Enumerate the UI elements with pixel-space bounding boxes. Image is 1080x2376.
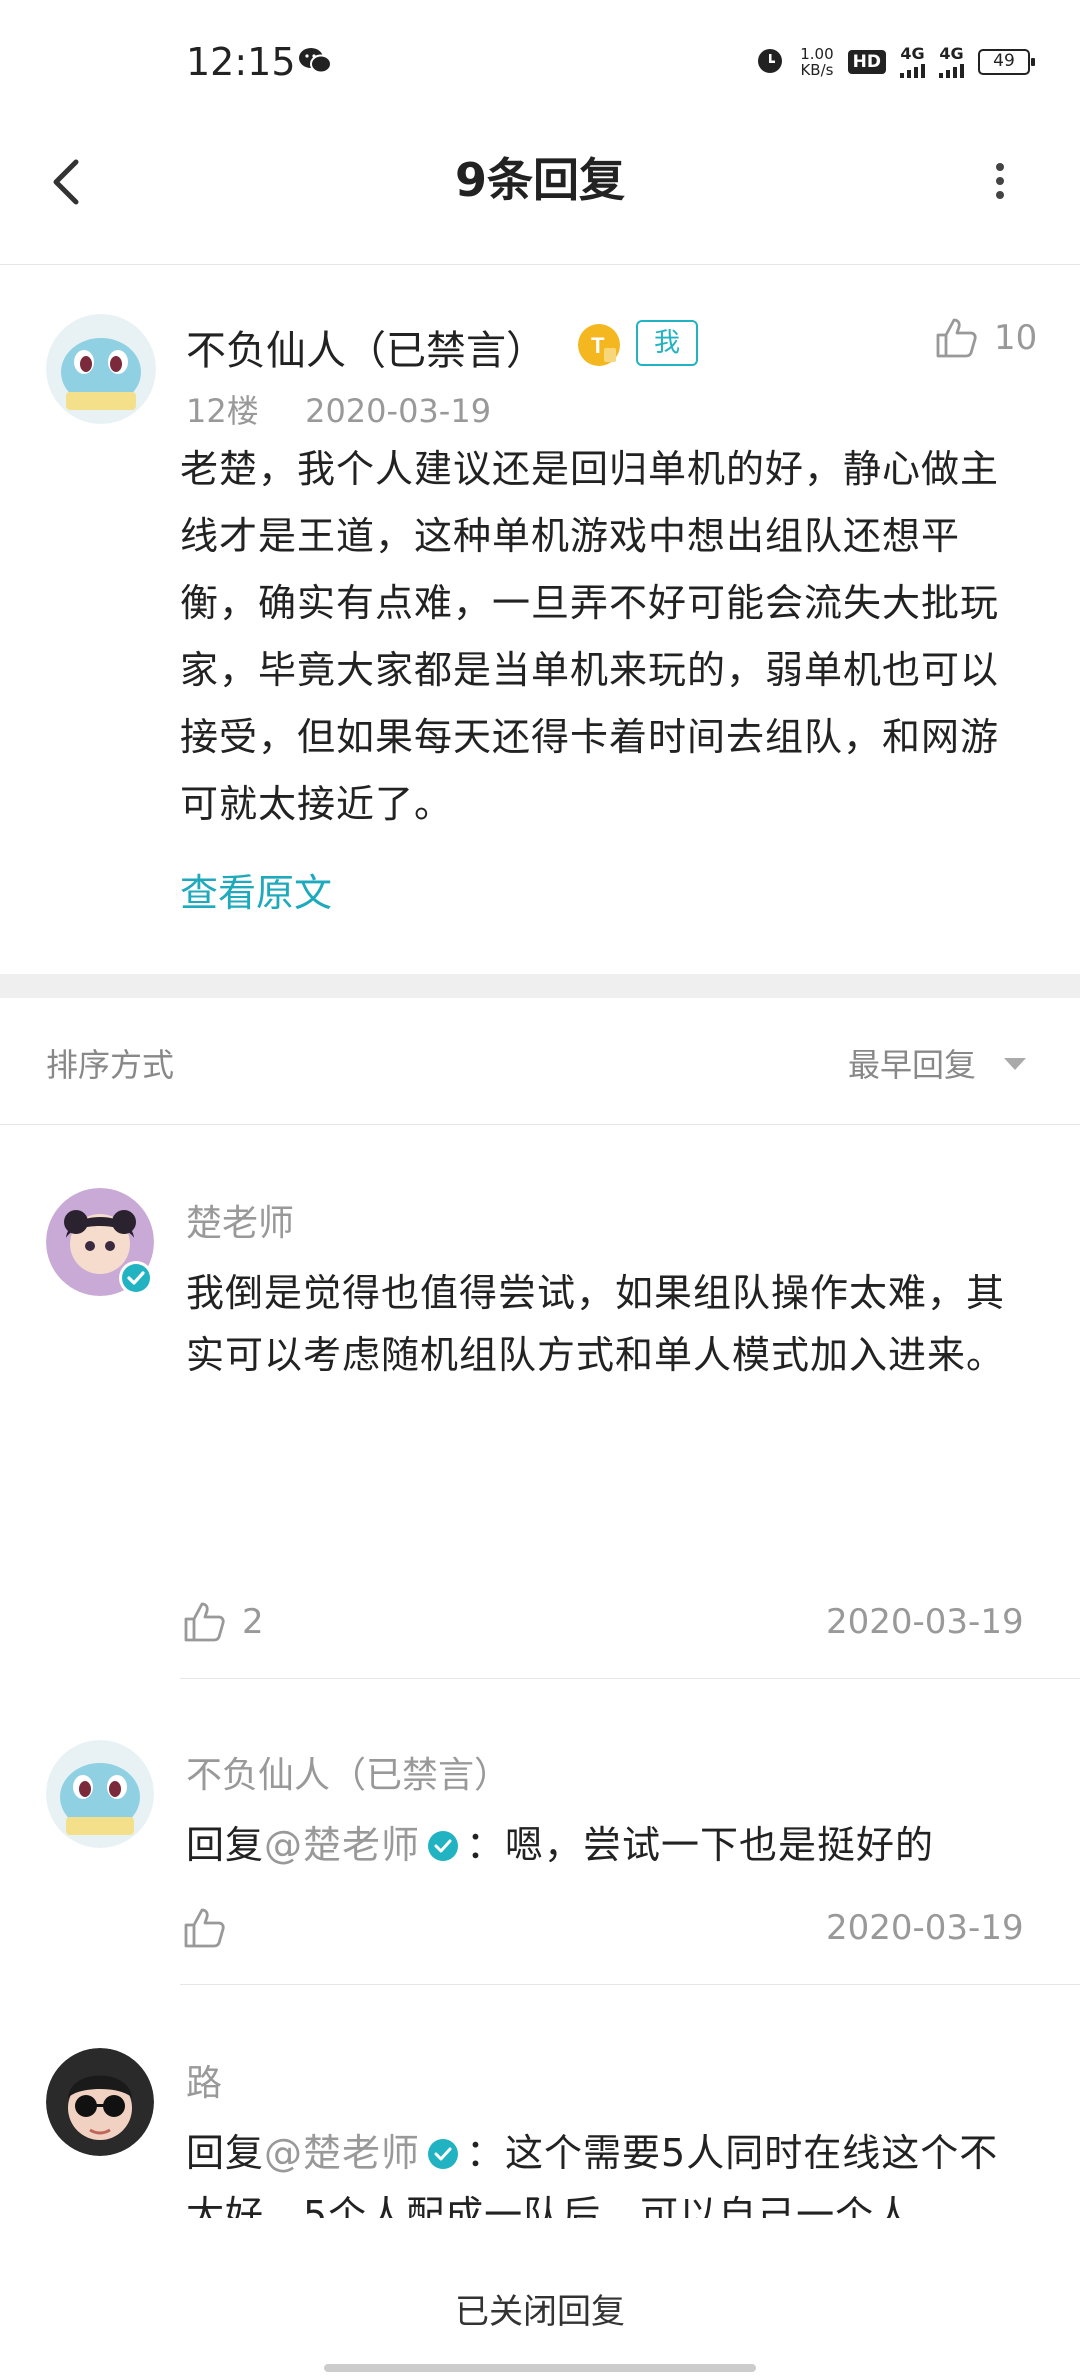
like-icon[interactable]: [934, 316, 978, 360]
sort-dropdown[interactable]: 最早回复: [848, 1040, 976, 1086]
top-nav: 9条回复: [0, 130, 1080, 265]
divider: [0, 1124, 1080, 1125]
section-divider: [0, 974, 1080, 998]
level-badge-icon: T: [576, 322, 622, 368]
view-original-link[interactable]: 查看原文: [180, 862, 332, 917]
status-indicators: 1.00 KB/s HD 4G 4G 49: [754, 44, 1035, 80]
status-bar: 12:15 1.00 KB/s HD 4G 4G 49: [0, 0, 1080, 130]
reply-date: 2020-03-19: [826, 1602, 1024, 1642]
floor-number: 12楼: [186, 392, 259, 430]
caret-down-icon[interactable]: [1004, 1058, 1026, 1070]
post-date: 2020-03-19: [305, 392, 492, 430]
post-author[interactable]: 不负仙人（已禁言）: [186, 318, 546, 376]
divider: [180, 1984, 1080, 1985]
reply-author[interactable]: 路: [186, 2054, 222, 2106]
reply-date: 2020-03-19: [826, 1908, 1024, 1948]
sort-label: 排序方式: [46, 1046, 175, 1084]
svg-text:T: T: [591, 333, 605, 358]
verified-icon: [426, 2127, 460, 2169]
mention-link[interactable]: @楚老师: [264, 1823, 420, 1867]
me-badge: 我: [636, 320, 698, 366]
alarm-icon: [754, 44, 786, 80]
more-icon[interactable]: [980, 150, 1020, 210]
like-icon[interactable]: [182, 1600, 226, 1644]
mention-link[interactable]: @楚老师: [264, 2131, 420, 2175]
avatar[interactable]: [46, 1740, 154, 1848]
network-speed: 1.00 KB/s: [800, 45, 834, 79]
battery-icon: 49: [978, 49, 1035, 75]
divider: [180, 1678, 1080, 1679]
signal-1: 4G: [900, 46, 925, 78]
avatar[interactable]: [46, 2048, 154, 2156]
verified-icon: [118, 1260, 154, 1296]
like-count: 10: [994, 318, 1038, 358]
status-time: 12:15: [186, 40, 296, 84]
reply-body: 回复@楚老师 ：这个需要5人同时在线这个不太好，5个人配成一队后，可以自己一个人: [186, 2122, 1036, 2218]
reply-body: 我倒是觉得也值得尝试，如果组队操作太难，其实可以考虑随机组队方式和单人模式加入进…: [186, 1271, 1006, 1377]
reply-author[interactable]: 楚老师: [186, 1194, 294, 1246]
bottom-bar: 已关闭回复: [0, 2218, 1080, 2376]
wechat-icon: [298, 46, 332, 80]
post-body: 老楚，我个人建议还是回归单机的好，静心做主线才是王道，这种单机游戏中想出组队还想…: [180, 447, 1000, 826]
hd-indicator: HD: [847, 50, 886, 74]
back-icon[interactable]: [40, 150, 100, 210]
signal-2: 4G: [939, 46, 964, 78]
home-indicator[interactable]: [324, 2364, 756, 2372]
reply-body: 回复@楚老师 ：嗯，尝试一下也是挺好的: [186, 1814, 1036, 1876]
reply-author[interactable]: 不负仙人（已禁言）: [186, 1746, 510, 1798]
post-meta: 12楼 2020-03-19: [186, 386, 491, 432]
avatar[interactable]: [46, 314, 156, 424]
verified-icon: [426, 1819, 460, 1861]
page-title: 9条回复: [454, 153, 625, 207]
like-icon[interactable]: [182, 1906, 226, 1950]
replies-closed-label: 已关闭回复: [455, 2292, 625, 2332]
like-count: 2: [242, 1602, 264, 1642]
